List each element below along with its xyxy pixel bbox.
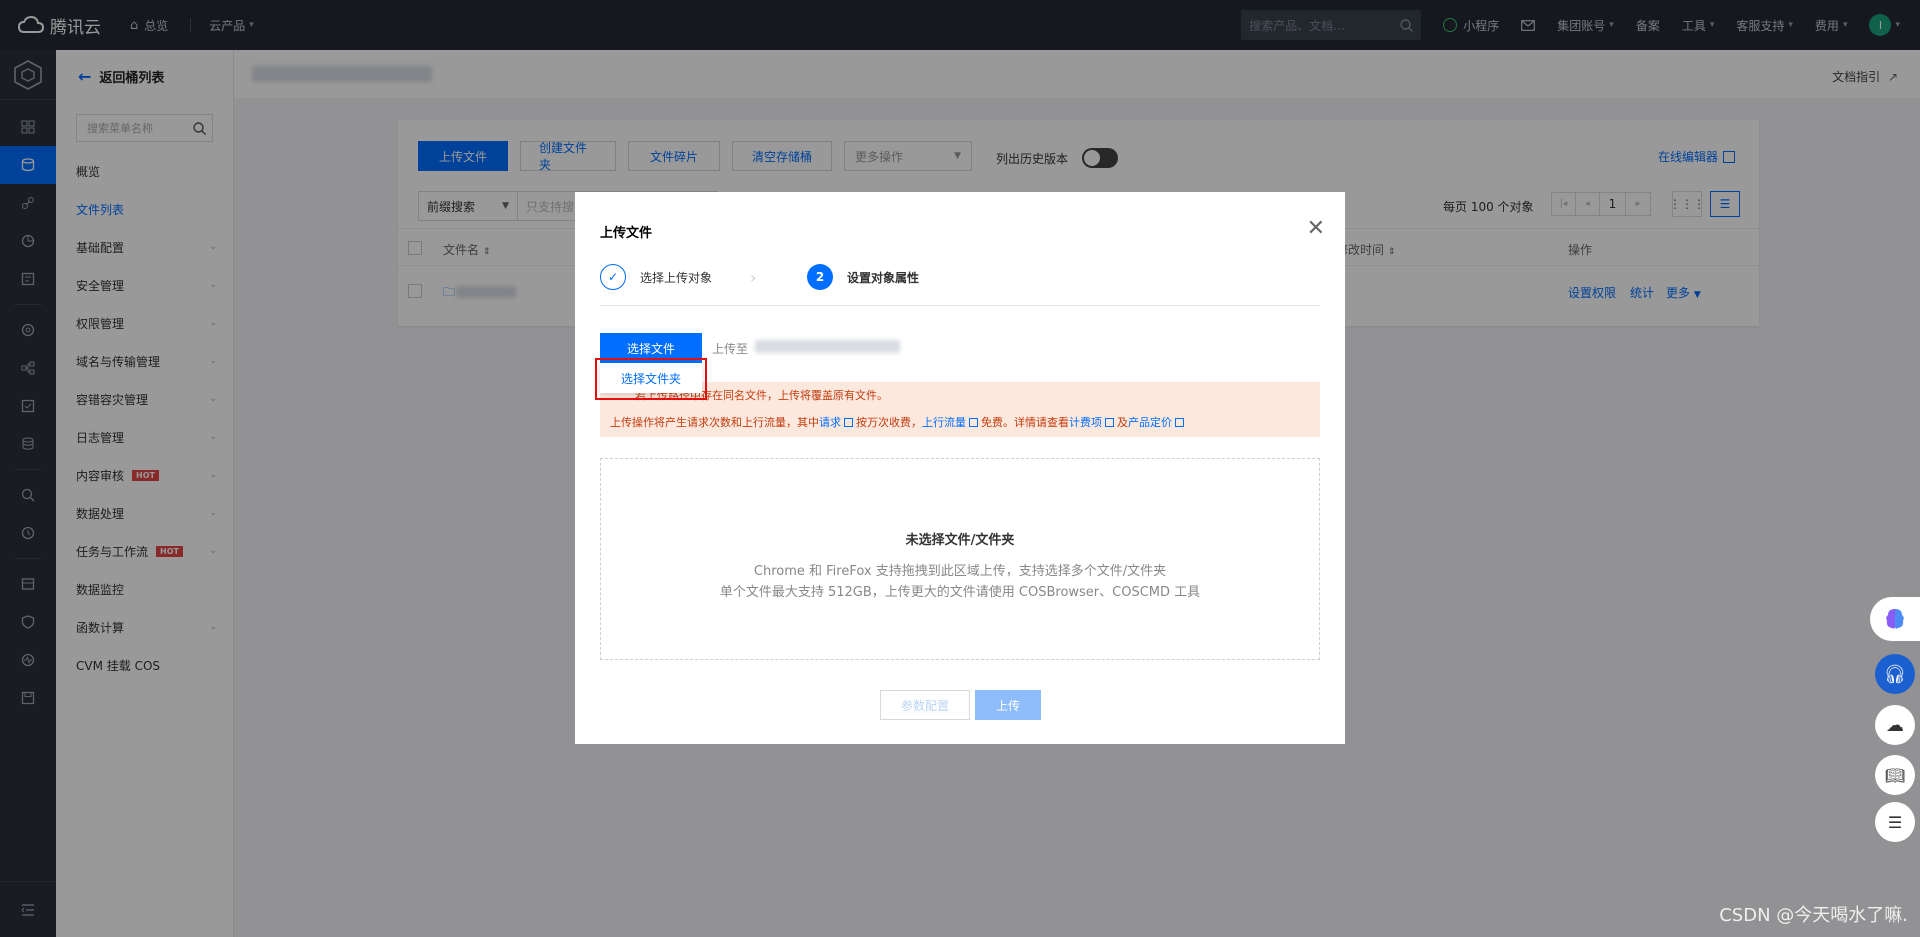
upload-to-label: 上传至 xyxy=(712,342,749,356)
dialog-title: 上传文件 xyxy=(600,226,653,241)
upload-traffic-link[interactable]: 上行流量 xyxy=(922,416,966,429)
request-pricing-link[interactable]: 请求 xyxy=(819,416,841,429)
cloud-sync-icon: ☁ xyxy=(1875,705,1915,745)
upload-warning-notice: 若上传路径中存在同名文件，上传将覆盖原有文件。 上传操作将产生请求次数和上行流量… xyxy=(600,382,1320,437)
dropzone-hint-2: 单个文件最大支持 512GB，上传更大的文件请使用 COSBrowser、COS… xyxy=(719,585,1201,600)
warning-line-2: 上传操作将产生请求次数和上行流量，其中请求 按万次收费，上行流量 免费。详情请查看计… xyxy=(610,414,1187,430)
check-icon: ✓ xyxy=(600,264,626,290)
warning-text: 免费。详情请查看 xyxy=(981,416,1069,429)
watermark: CSDN @今天喝水了嘛. xyxy=(1719,905,1908,926)
upload-button[interactable]: 上传 xyxy=(975,690,1041,720)
step1-label: 选择上传对象 xyxy=(640,270,713,285)
warning-text: 按万次收费， xyxy=(856,416,922,429)
upload-steps: ✓ 选择上传对象 › 2 设置对象属性 xyxy=(600,264,1320,306)
chevron-right-icon: › xyxy=(750,268,757,287)
docs-button[interactable]: 📖︎ xyxy=(1870,753,1920,797)
warning-text: 上传操作将产生请求次数和上行流量，其中 xyxy=(610,416,819,429)
highlight-annotation xyxy=(595,358,707,400)
step2-number: 2 xyxy=(807,264,833,290)
headset-icon: 🎧︎ xyxy=(1875,654,1915,694)
brain-icon xyxy=(1886,609,1904,629)
billing-items-link[interactable]: 计费项 xyxy=(1069,416,1102,429)
step-select-objects: ✓ 选择上传对象 xyxy=(600,264,712,290)
dropzone-title: 未选择文件/文件夹 xyxy=(905,533,1015,548)
list-icon: ☰ xyxy=(1875,802,1915,842)
external-link-icon xyxy=(1105,418,1114,427)
parameter-config-button[interactable]: 参数配置 xyxy=(880,690,970,720)
external-link-icon xyxy=(844,418,853,427)
book-icon: 📖︎ xyxy=(1875,755,1915,795)
file-drop-zone[interactable]: 未选择文件/文件夹 Chrome 和 FireFox 支持拖拽到此区域上传，支持… xyxy=(600,458,1320,660)
external-link-icon xyxy=(1175,418,1184,427)
menu-list-button[interactable]: ☰ xyxy=(1870,800,1920,844)
ai-assistant-button[interactable] xyxy=(1870,597,1920,641)
external-link-icon xyxy=(969,418,978,427)
close-icon[interactable]: ✕ xyxy=(1307,216,1325,241)
customer-service-button[interactable]: 🎧︎ xyxy=(1870,652,1920,696)
product-pricing-link[interactable]: 产品定价 xyxy=(1128,416,1172,429)
upload-file-dialog: 上传文件 ✕ ✓ 选择上传对象 › 2 设置对象属性 选择文件 上传至 若上传路… xyxy=(575,192,1345,744)
step2-label: 设置对象属性 xyxy=(847,270,920,285)
cloud-sync-button[interactable]: ☁ xyxy=(1870,703,1920,747)
warning-text: 及 xyxy=(1117,416,1128,429)
step-set-properties: 2 设置对象属性 xyxy=(807,264,919,290)
dropzone-hint-1: Chrome 和 FireFox 支持拖拽到此区域上传，支持选择多个文件/文件夹 xyxy=(753,564,1167,579)
upload-path-blurred xyxy=(755,340,900,353)
